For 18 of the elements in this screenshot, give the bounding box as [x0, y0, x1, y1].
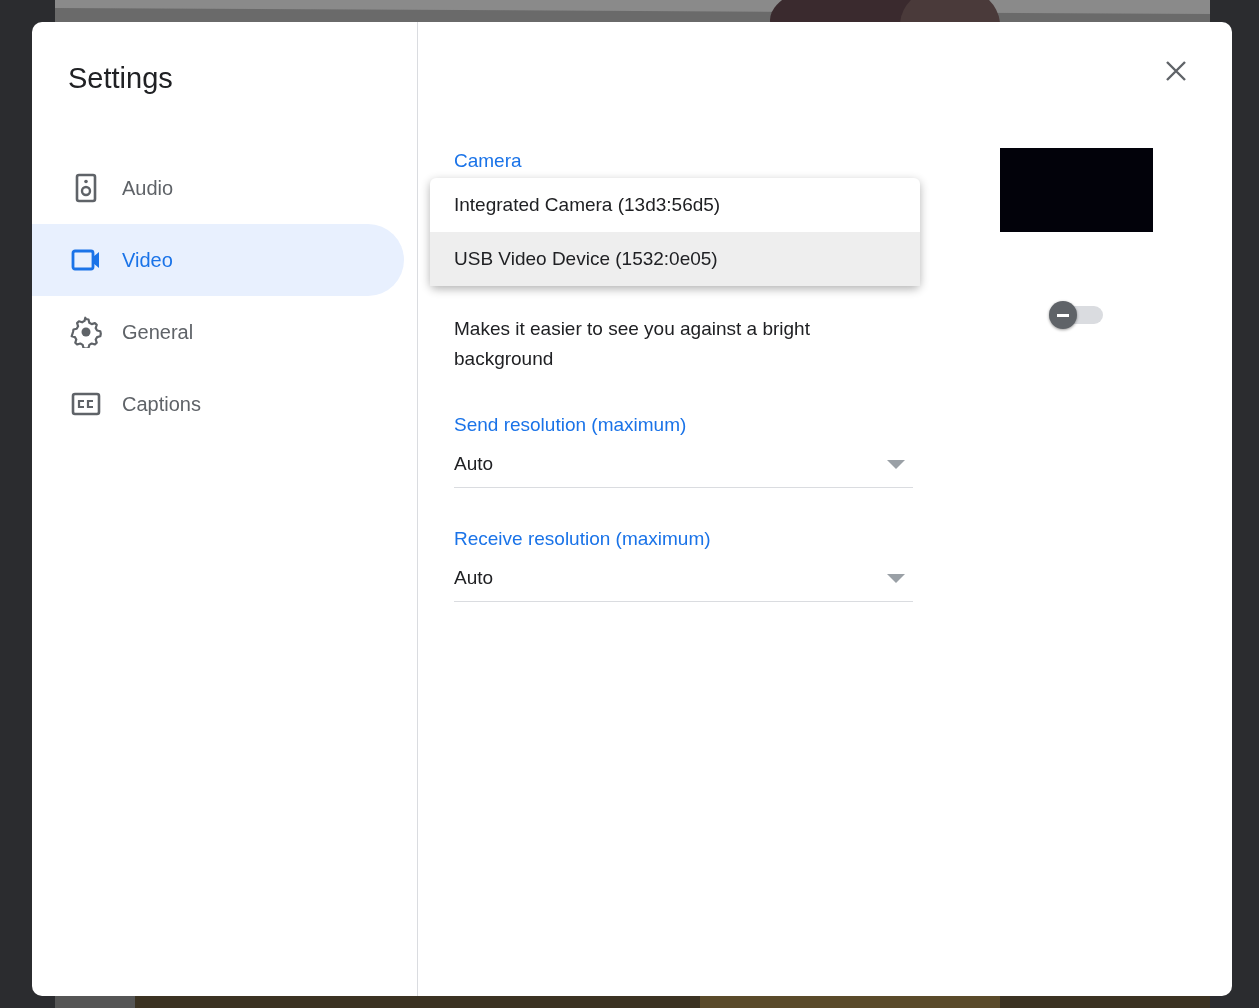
- minus-icon: [1057, 313, 1069, 317]
- dropdown-arrow-icon: [887, 573, 905, 584]
- menu-item[interactable]: Integrated Camera (13d3:56d5): [430, 178, 920, 232]
- sidebar-item[interactable]: Audio: [32, 152, 404, 224]
- dialog-title: Settings: [68, 61, 174, 96]
- menu-item[interactable]: USB Video Device (1532:0e05): [430, 232, 920, 286]
- sidebar-item[interactable]: Captions: [32, 368, 404, 440]
- toggle-switch[interactable]: [1049, 301, 1105, 329]
- settings-icon: [70, 316, 102, 348]
- dropdown-arrow-icon: [887, 459, 905, 470]
- select-label: Send resolution (maximum): [454, 413, 688, 437]
- sidebar-item[interactable]: Video: [32, 224, 404, 296]
- dropdown-field[interactable]: Auto: [454, 556, 913, 602]
- select-label: Receive resolution (maximum): [454, 527, 712, 551]
- setting-description: Makes it easier to see you against a bright background: [454, 317, 811, 371]
- sidebar-item[interactable]: General: [32, 296, 404, 368]
- dropdown-field[interactable]: Auto: [454, 442, 913, 488]
- camera-label: Camera: [454, 149, 523, 173]
